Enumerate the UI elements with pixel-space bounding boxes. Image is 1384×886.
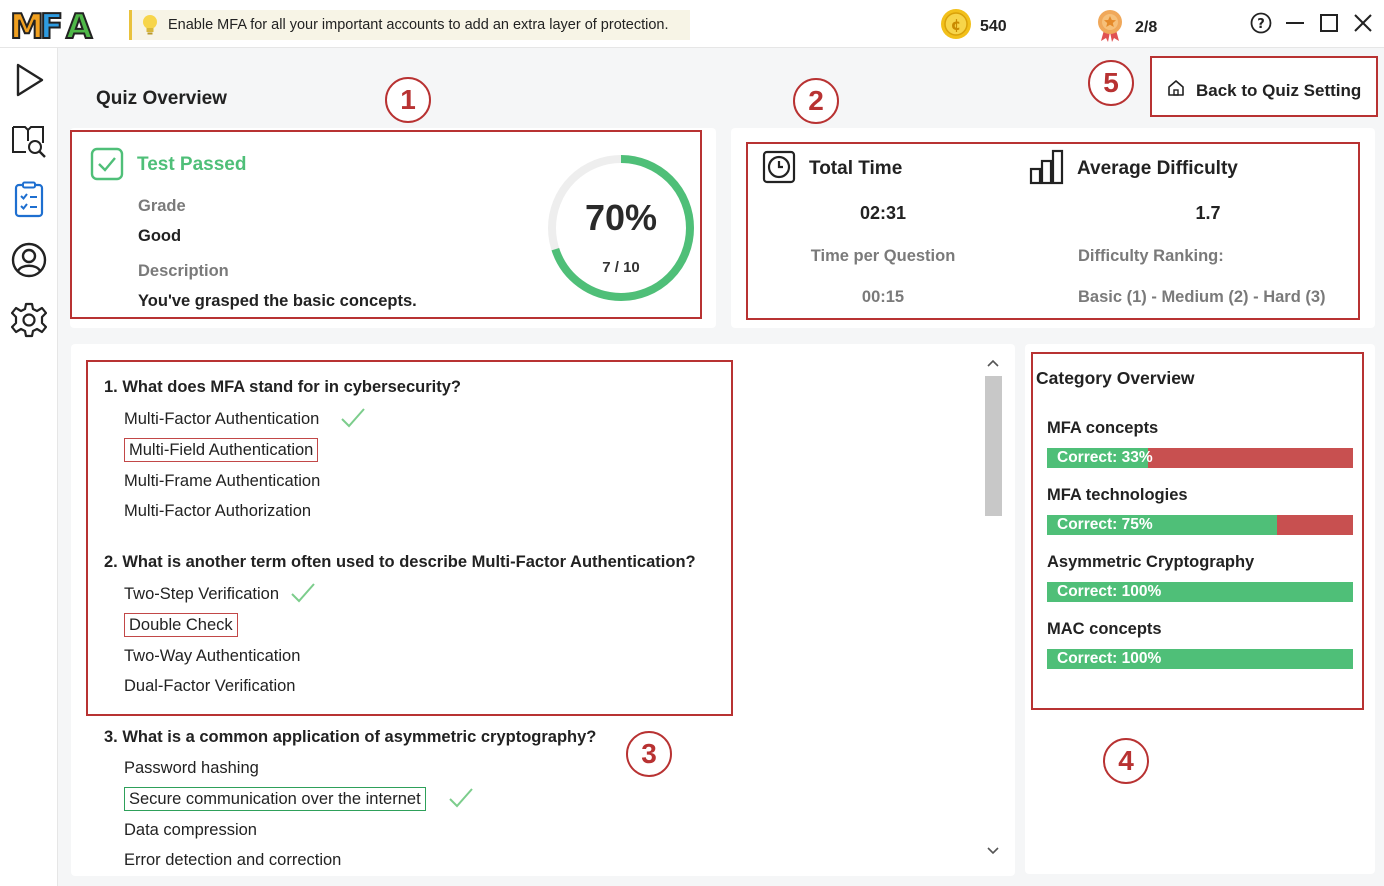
question-title: 1. What does MFA stand for in cybersecur… [104, 378, 461, 396]
sidebar-item-profile[interactable] [10, 241, 48, 279]
checklist-icon [14, 181, 44, 218]
annotation-number: 4 [1103, 738, 1149, 784]
question-title: 2. What is another term often used to de… [104, 553, 696, 571]
svg-text:?: ? [1257, 17, 1265, 32]
back-to-quiz-setting-button[interactable]: Back to Quiz Setting [1150, 56, 1378, 117]
sidebar-item-play[interactable] [10, 61, 48, 99]
book-search-icon [12, 126, 46, 158]
maximize-icon[interactable] [1318, 10, 1340, 36]
help-icon[interactable]: ? [1250, 10, 1272, 36]
page-title: Quiz Overview [96, 88, 227, 109]
profile-icon [11, 242, 47, 278]
answer-option: Multi-Frame Authentication [124, 472, 321, 490]
checkbox-checked-icon [90, 147, 124, 186]
answer-option: Two-Way Authentication [124, 647, 301, 665]
lightbulb-icon [132, 13, 168, 37]
category-name: MFA concepts [1047, 419, 1159, 437]
coin-value: 540 [980, 17, 1007, 35]
avg-difficulty-label: Average Difficulty [1077, 158, 1238, 179]
category-title: Category Overview [1036, 368, 1195, 388]
grade-value: Good [138, 227, 182, 245]
bar-chart-icon [1029, 149, 1065, 190]
grade-label: Grade [138, 197, 186, 215]
medal-icon [1095, 8, 1125, 47]
svg-text:¢: ¢ [951, 16, 961, 34]
sidebar-item-learn[interactable] [10, 121, 48, 159]
top-bar: M F A Enable MFA for all your important … [0, 0, 1384, 48]
scroll-down-icon[interactable] [987, 846, 999, 856]
scrollbar-thumb[interactable] [985, 376, 1002, 516]
score-percent: 70% [584, 197, 658, 238]
answer-option: Two-Step Verification [124, 585, 279, 603]
sidebar [0, 48, 58, 886]
category-progress-bar: Correct: 33% [1047, 448, 1353, 468]
description-value: You've grasped the basic concepts. [138, 292, 417, 310]
category-name: MFA technologies [1047, 486, 1188, 504]
annotation-number: 2 [793, 78, 839, 124]
annotation-number: 5 [1088, 60, 1134, 106]
svg-text:F: F [40, 7, 63, 42]
answer-option-selected-correct: Secure communication over the internet [124, 787, 426, 811]
back-button-label: Back to Quiz Setting [1196, 81, 1362, 100]
app-logo: M F A [9, 6, 94, 42]
time-per-question-label: Time per Question [810, 247, 956, 265]
settings-icon [11, 302, 47, 338]
answer-option: Multi-Factor Authentication [124, 410, 320, 428]
annotation-number: 1 [385, 77, 431, 123]
difficulty-ranking-value: Basic (1) - Medium (2) - Hard (3) [1078, 288, 1326, 306]
time-per-question-value: 00:15 [861, 288, 905, 306]
answer-option: Password hashing [124, 759, 259, 777]
correct-check-icon [341, 408, 365, 428]
clock-icon [762, 150, 796, 189]
answer-option-selected-wrong: Multi-Field Authentication [124, 438, 319, 462]
difficulty-ranking-label: Difficulty Ranking: [1078, 247, 1224, 265]
category-progress-bar: Correct: 100% [1047, 649, 1353, 669]
progress-label: Correct: 100% [1057, 583, 1162, 600]
annotation-number: 3 [626, 731, 672, 777]
scroll-up-icon[interactable] [987, 358, 999, 368]
answer-option: Dual-Factor Verification [124, 677, 296, 695]
correct-check-icon [291, 583, 315, 603]
svg-text:M: M [10, 7, 44, 42]
progress-label: Correct: 75% [1057, 516, 1153, 533]
tip-text: Enable MFA for all your important accoun… [168, 17, 669, 33]
category-name: MAC concepts [1047, 620, 1162, 638]
correct-check-icon [449, 788, 473, 808]
progress-label: Correct: 33% [1057, 449, 1153, 466]
answer-option: Data compression [124, 821, 257, 839]
score-fraction: 7 / 10 [602, 259, 640, 276]
window-controls: ? [1250, 10, 1374, 36]
questions-panel[interactable]: 1. What does MFA stand for in cybersecur… [71, 344, 1015, 876]
answer-option: Error detection and correction [124, 851, 342, 869]
question-title: 3. What is a common application of asymm… [104, 728, 597, 746]
description-label: Description [138, 262, 229, 280]
sidebar-item-settings[interactable] [10, 301, 48, 339]
progress-label: Correct: 100% [1057, 650, 1162, 667]
tip-banner: Enable MFA for all your important accoun… [129, 10, 690, 40]
badge-value: 2/8 [1135, 18, 1158, 36]
avg-difficulty-value: 1.7 [1195, 203, 1221, 223]
category-progress-bar: Correct: 100% [1047, 582, 1353, 602]
total-time-value: 02:31 [859, 203, 907, 223]
questions-scroll-content: 1. What does MFA stand for in cybersecur… [71, 344, 1015, 876]
answer-option-selected-wrong: Double Check [124, 613, 238, 637]
play-icon [16, 63, 44, 97]
coin-counter: ¢ 540 [940, 8, 1007, 45]
category-name: Asymmetric Cryptography [1047, 553, 1255, 571]
coin-icon: ¢ [940, 8, 972, 45]
minimize-icon[interactable] [1284, 10, 1306, 36]
test-status: Test Passed [137, 154, 247, 175]
total-time-label: Total Time [809, 158, 903, 179]
category-progress-bar: Correct: 75% [1047, 515, 1353, 535]
svg-text:A: A [66, 7, 93, 42]
badge-counter: 2/8 [1095, 8, 1157, 47]
sidebar-item-quiz[interactable] [10, 181, 48, 219]
home-icon [1166, 78, 1186, 103]
answer-option: Multi-Factor Authorization [124, 502, 312, 520]
close-icon[interactable] [1352, 10, 1374, 36]
